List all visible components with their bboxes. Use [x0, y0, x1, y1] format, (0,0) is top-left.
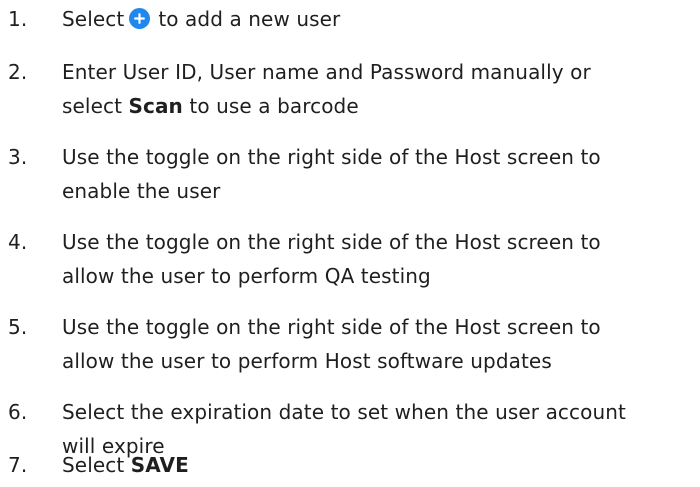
scan-label: Scan: [128, 94, 183, 118]
step-text: Select SAVE: [62, 448, 692, 482]
instruction-list: 1. Select to add a new user 2. Enter User…: [0, 0, 700, 487]
step-number: 2.: [8, 60, 28, 84]
step-text: Use the toggle on the right side of the …: [62, 310, 692, 378]
step-line: Select the expiration date to set when t…: [62, 400, 626, 424]
step-number: 4.: [8, 230, 28, 254]
step-number: 5.: [8, 315, 28, 339]
step-number: 3.: [8, 145, 28, 169]
step-number: 6.: [8, 400, 28, 424]
step-line: allow the user to perform QA testing: [62, 264, 431, 288]
step-text-part: to use a barcode: [189, 94, 359, 118]
save-label: SAVE: [130, 453, 189, 477]
step-line: Use the toggle on the right side of the …: [62, 145, 601, 169]
plus-circle-icon: [129, 8, 151, 29]
step-line: Use the toggle on the right side of the …: [62, 230, 601, 254]
step-number: 7.: [8, 453, 28, 477]
step-line: select Scan to use a barcode: [62, 89, 692, 123]
step-text: Use the toggle on the right side of the …: [62, 140, 692, 208]
step-line: Use the toggle on the right side of the …: [62, 315, 601, 339]
step-text-part: Select: [62, 453, 125, 477]
step-text-part: to add a new user: [158, 7, 341, 31]
step-number: 1.: [8, 7, 28, 31]
step-line: Enter User ID, User name and Password ma…: [62, 60, 591, 84]
step-text-part: select: [62, 94, 123, 118]
step-line: allow the user to perform Host software …: [62, 349, 552, 373]
step-text: Enter User ID, User name and Password ma…: [62, 55, 692, 123]
step-text: Use the toggle on the right side of the …: [62, 225, 692, 293]
step-text: Select to add a new user: [62, 2, 692, 36]
step-line: enable the user: [62, 179, 221, 203]
step-text-part: Select: [62, 7, 125, 31]
